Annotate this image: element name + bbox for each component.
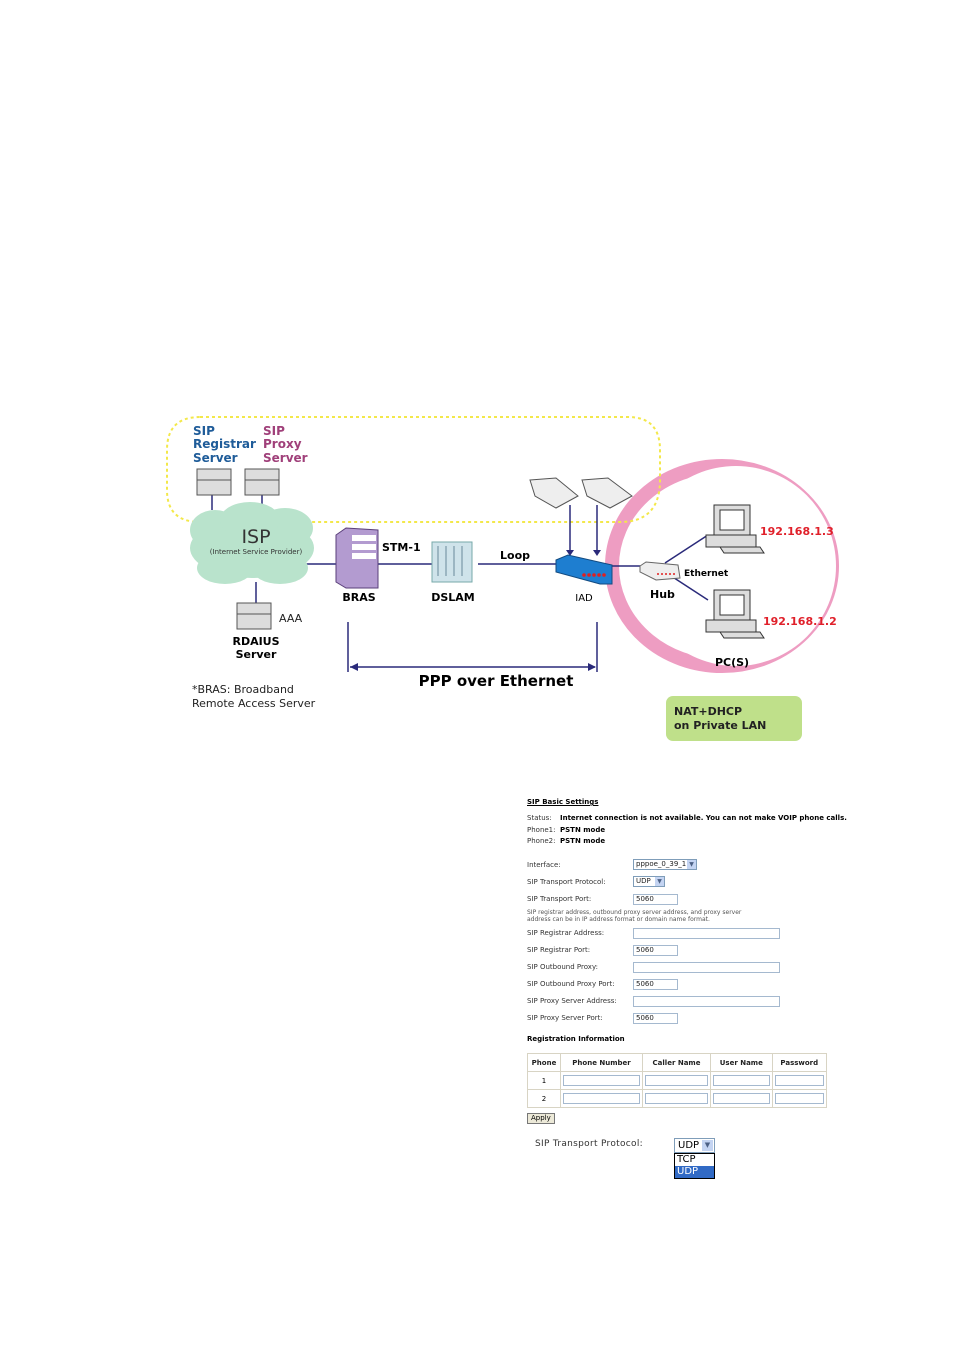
table-row: 1	[527, 1071, 828, 1090]
chevron-down-icon: ▼	[702, 1140, 713, 1151]
address-note: SIP registrar address, outbound proxy se…	[527, 909, 742, 916]
sip-proxy-label: Proxy	[263, 437, 302, 451]
proxy-port-label: SIP Proxy Server Port:	[527, 1014, 603, 1022]
sip-registrar-label: Server	[193, 451, 238, 465]
phone-index: 2	[527, 1089, 561, 1108]
pcs-label: PC(S)	[715, 656, 749, 669]
transport-protocol-select[interactable]: UDP ▼	[633, 876, 665, 887]
password-input[interactable]	[774, 1093, 824, 1104]
phone2-label: Phone2:	[527, 837, 556, 845]
iad-icon	[555, 554, 613, 585]
arrow-right-icon	[588, 663, 596, 671]
interface-label: Interface:	[527, 861, 561, 869]
caller-name-input[interactable]	[645, 1075, 708, 1086]
option-udp-selected[interactable]: UDP	[675, 1166, 714, 1178]
transport-protocol-select[interactable]: UDP ▼	[674, 1138, 715, 1153]
iad-label: IAD	[575, 593, 593, 604]
sip-proxy-label: Server	[263, 451, 308, 465]
dslam-icon	[431, 541, 473, 583]
column-header: Caller Name	[642, 1053, 711, 1072]
server-icon	[244, 468, 280, 496]
phone1-label: Phone1:	[527, 826, 556, 834]
ip-address-label: 192.168.1.3	[760, 525, 834, 538]
radius-label: Server	[236, 648, 277, 661]
isp-sublabel: (Internet Service Provider)	[210, 548, 303, 556]
isp-label: ISP	[241, 526, 270, 548]
transport-protocol-value: UDP	[636, 877, 651, 885]
bras-label: BRAS	[342, 591, 375, 604]
bras-footnote: *BRAS: Broadband	[192, 683, 294, 696]
transport-protocol-label: SIP Transport Protocol:	[527, 878, 606, 886]
hub-label: Hub	[650, 588, 675, 601]
bras-footnote: Remote Access Server	[192, 697, 316, 710]
network-diagram: SIP Registrar Server SIP Proxy Server IS…	[166, 416, 839, 741]
server-icon	[196, 468, 232, 496]
apply-button[interactable]: Apply	[527, 1113, 555, 1124]
proxy-address-input[interactable]	[633, 996, 780, 1007]
phone-number-input[interactable]	[563, 1093, 641, 1104]
interface-select[interactable]: pppoe_0_39_1 ▼	[633, 859, 697, 870]
stm-label: STM-1	[382, 541, 421, 554]
nat-dhcp-label: NAT+DHCP	[674, 705, 742, 718]
status-label: Status:	[527, 814, 552, 822]
ip-address-label: 192.168.1.2	[763, 615, 837, 628]
registrar-port-input[interactable]: 5060	[633, 945, 678, 956]
column-header: User Name	[710, 1053, 773, 1072]
column-header: Password	[771, 1053, 828, 1072]
bras-icon	[335, 527, 379, 589]
selected-value: UDP	[678, 1140, 700, 1151]
user-name-input[interactable]	[713, 1093, 770, 1104]
table-header-row: Phone Phone Number Caller Name User Name…	[527, 1053, 828, 1072]
nat-dhcp-label: on Private LAN	[674, 719, 766, 732]
phone-index: 1	[527, 1071, 561, 1090]
status-value: Internet connection is not available. Yo…	[560, 814, 847, 822]
sip-registrar-label: SIP	[193, 424, 215, 438]
phone2-value: PSTN mode	[560, 837, 606, 845]
password-input[interactable]	[774, 1075, 824, 1086]
phone1-value: PSTN mode	[560, 826, 606, 834]
chevron-down-icon: ▼	[687, 860, 696, 869]
registrar-port-label: SIP Registrar Port:	[527, 946, 591, 954]
column-header: Phone Number	[559, 1053, 644, 1072]
address-note: address can be in IP address format or d…	[527, 916, 710, 923]
aaa-label: AAA	[279, 612, 303, 625]
form-title: SIP Basic Settings	[527, 798, 599, 806]
chevron-down-icon: ▼	[655, 877, 664, 886]
option-tcp[interactable]: TCP	[675, 1154, 714, 1166]
ethernet-label: Ethernet	[684, 569, 729, 579]
sip-registrar-label: Registrar	[193, 437, 256, 451]
registration-table: Phone Phone Number Caller Name User Name…	[527, 1053, 828, 1108]
transport-port-input[interactable]: 5060	[633, 894, 678, 905]
dropdown-options-list: TCP UDP	[674, 1153, 715, 1179]
proxy-address-label: SIP Proxy Server Address:	[527, 997, 617, 1005]
sip-proxy-label: SIP	[263, 424, 285, 438]
aaa-server-icon	[236, 602, 272, 630]
ppp-over-ethernet-label: PPP over Ethernet	[419, 672, 574, 690]
phone-number-input[interactable]	[563, 1075, 641, 1086]
phone-icon	[529, 477, 579, 509]
table-row: 2	[527, 1089, 828, 1108]
column-header: Phone	[527, 1053, 561, 1072]
outbound-proxy-input[interactable]	[633, 962, 780, 973]
outbound-proxy-port-input[interactable]: 5060	[633, 979, 678, 990]
caller-name-input[interactable]	[645, 1093, 708, 1104]
phone-icon	[581, 477, 633, 509]
transport-port-label: SIP Transport Port:	[527, 895, 592, 903]
registrar-address-label: SIP Registrar Address:	[527, 929, 605, 937]
outbound-proxy-port-label: SIP Outbound Proxy Port:	[527, 980, 615, 988]
proxy-port-input[interactable]: 5060	[633, 1013, 678, 1024]
arrow-left-icon	[350, 663, 358, 671]
registration-title: Registration Information	[527, 1035, 625, 1043]
user-name-input[interactable]	[713, 1075, 770, 1086]
dslam-label: DSLAM	[431, 591, 475, 604]
radius-label: RDAIUS	[232, 635, 279, 648]
document-page: SIP Registrar Server SIP Proxy Server IS…	[0, 0, 954, 1350]
loop-label: Loop	[500, 549, 530, 562]
interface-value: pppoe_0_39_1	[636, 860, 687, 868]
registrar-address-input[interactable]	[633, 928, 780, 939]
outbound-proxy-label: SIP Outbound Proxy:	[527, 963, 598, 971]
transport-protocol-label: SIP Transport Protocol:	[535, 1139, 643, 1149]
